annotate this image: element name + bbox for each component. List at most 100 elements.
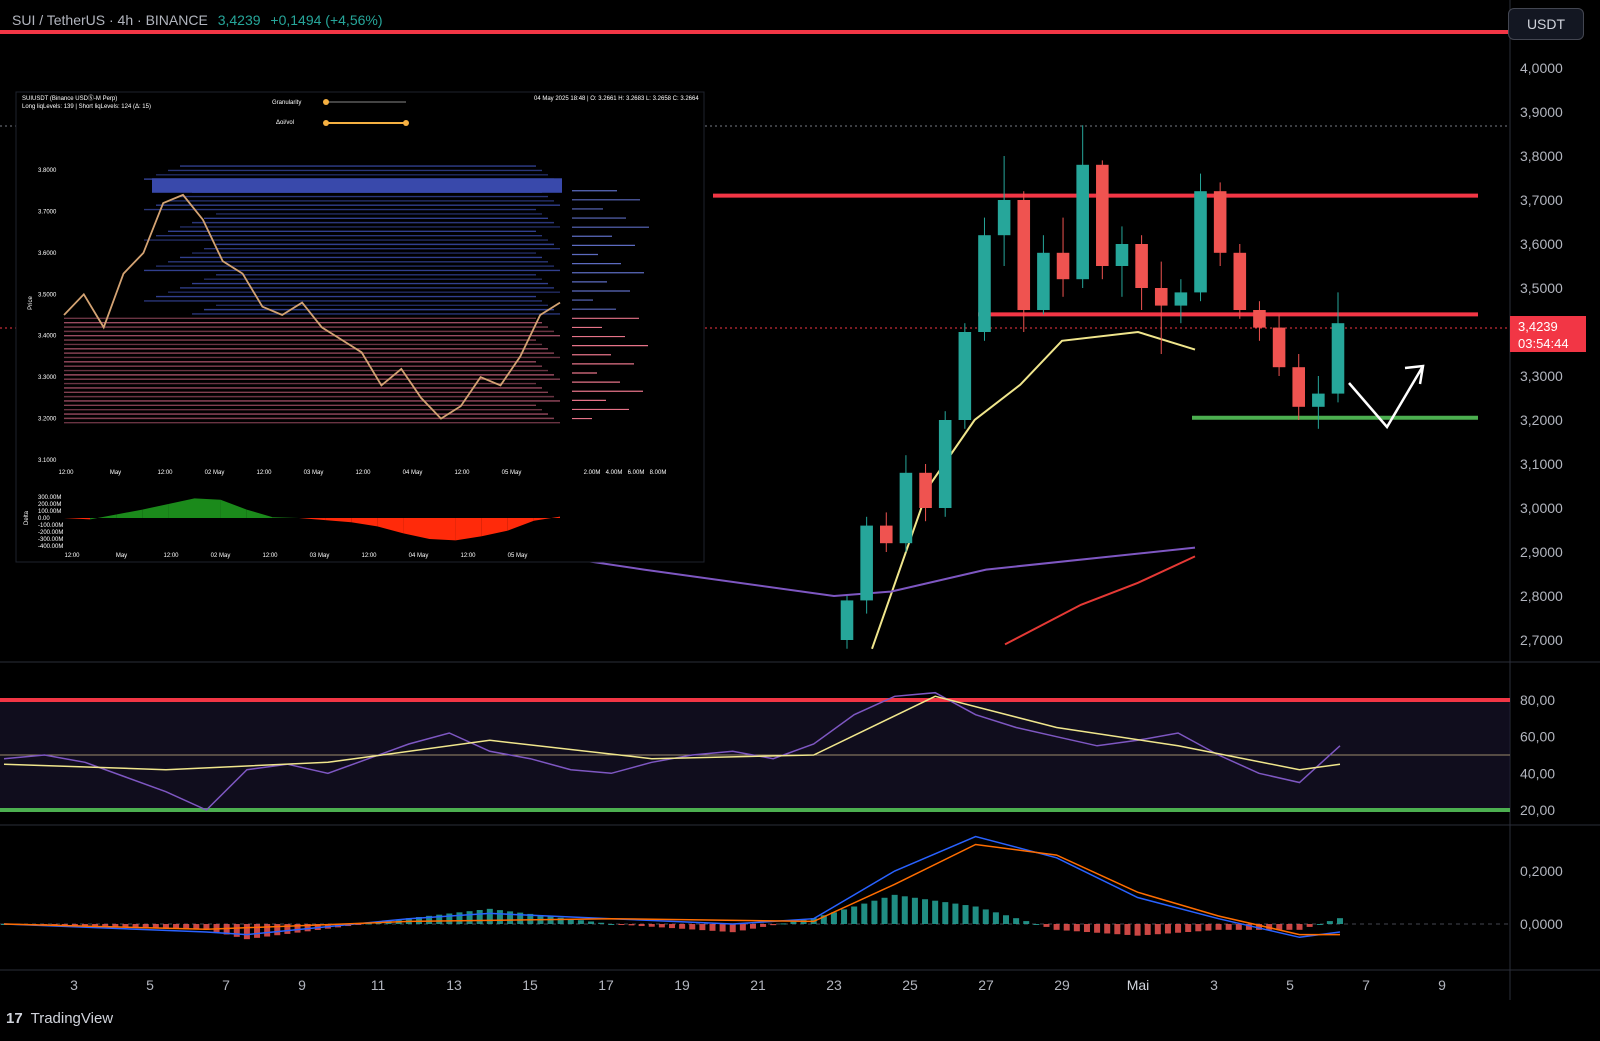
- tradingview-footer[interactable]: 17 TradingView: [6, 1010, 113, 1027]
- macd-histogram-bar: [790, 921, 797, 924]
- inset-volume-tick: 2.00M: [584, 470, 601, 476]
- candle-body: [1253, 310, 1266, 328]
- inset-time-tick: 12:00: [256, 470, 272, 476]
- inset-delta-time-tick: 12:00: [460, 553, 476, 559]
- macd-histogram-bar: [709, 924, 716, 931]
- inset-delta-time-tick: 12:00: [163, 553, 179, 559]
- candle-body: [899, 472, 913, 544]
- tradingview-logo-icon: 17: [6, 1010, 23, 1027]
- candle-body: [1213, 191, 1227, 253]
- macd-histogram-bar: [1326, 921, 1333, 924]
- inset-price-tick: 3.6000: [38, 251, 57, 257]
- macd-histogram-bar: [679, 924, 686, 929]
- macd-histogram-bar: [1225, 924, 1232, 930]
- macd-histogram-bar: [233, 924, 240, 937]
- inset-price-tick: 3.5000: [38, 292, 57, 298]
- macd-histogram-bar: [1195, 924, 1202, 932]
- macd-histogram-bar: [699, 924, 706, 931]
- time-tick-label: 23: [826, 977, 842, 993]
- inset-price-tick: 3.8000: [38, 168, 57, 174]
- inset-delta-tick: -100.00M: [38, 523, 63, 529]
- macd-histogram-bar: [1033, 924, 1040, 925]
- price-tick-label: 3,9000: [1520, 104, 1563, 120]
- granularity-slider-handle: [323, 99, 329, 105]
- inset-info-levels: Long liqLevels: 139 | Short liqLevels: 1…: [22, 104, 151, 110]
- macd-histogram-bar: [1104, 924, 1111, 934]
- macd-histogram-bar: [1296, 924, 1303, 930]
- inset-delta-axis-label: Delta: [24, 510, 30, 525]
- time-tick-label: 3: [1210, 977, 1218, 993]
- macd-histogram-bar: [760, 924, 767, 927]
- candle-body: [1292, 367, 1306, 407]
- macd-histogram-bar: [851, 906, 858, 924]
- doi-slider-handle: [323, 120, 329, 126]
- inset-time-tick: 12:00: [58, 470, 74, 476]
- macd-histogram-bar: [598, 922, 605, 924]
- macd-histogram-bar: [871, 900, 878, 924]
- inset-delta-time-tick: 02 May: [211, 553, 231, 559]
- time-tick-label: 3: [70, 977, 78, 993]
- time-tick-label: 7: [1362, 977, 1370, 993]
- candle-body: [978, 235, 991, 332]
- macd-histogram-bar: [466, 911, 473, 924]
- time-tick-label: 7: [222, 977, 230, 993]
- macd-histogram-bar: [1134, 924, 1141, 936]
- macd-histogram-bar: [243, 924, 250, 940]
- price-change: +0,1494 (+4,56%): [270, 12, 383, 28]
- chart-canvas[interactable]: 4,0000 3,9000 3,8000 3,7000 3,6000 3,5000 3,30…: [0, 0, 1600, 1036]
- inset-volume-tick: 4.00M: [606, 470, 623, 476]
- candle-body: [860, 525, 873, 601]
- price-tick-label: 3,0000: [1520, 500, 1563, 516]
- candle-body: [1194, 191, 1207, 293]
- macd-histogram-bar: [739, 924, 746, 931]
- macd-histogram-bar: [1073, 924, 1080, 932]
- time-tick-label: 21: [750, 977, 766, 993]
- time-tick-label: 5: [1286, 977, 1294, 993]
- symbol-header[interactable]: SUI / TetherUS · 4h · BINANCE 3,4239 +0,…: [12, 12, 383, 28]
- macd-histogram-bar: [1063, 924, 1070, 931]
- macd-histogram-bar: [658, 924, 665, 928]
- currency-button[interactable]: USDT: [1508, 8, 1584, 40]
- price-tick-label: 3,2000: [1520, 412, 1563, 428]
- inset-delta-tick: -200.00M: [38, 530, 63, 536]
- inset-delta-time-tick: 12:00: [361, 553, 377, 559]
- inset-price-tick: 3.4000: [38, 334, 57, 340]
- time-tick-label: 9: [298, 977, 306, 993]
- macd-histogram-bar: [932, 900, 939, 924]
- inset-delta-time-tick: 04 May: [409, 553, 429, 559]
- inset-delta-tick: 0.00: [38, 516, 50, 522]
- macd-histogram-bar: [496, 910, 503, 924]
- macd-histogram-bar: [254, 924, 261, 938]
- price-tick-label: 2,7000: [1520, 632, 1563, 648]
- price-tick-label: 3,5000: [1520, 280, 1563, 296]
- long-moving-average: [1004, 555, 1196, 646]
- candle-body: [1174, 292, 1188, 306]
- macd-histogram-bar: [922, 899, 929, 924]
- time-tick-label: 25: [902, 977, 918, 993]
- price-tick-label: 2,8000: [1520, 588, 1563, 604]
- candle-body: [997, 200, 1011, 236]
- candle-body: [1331, 323, 1345, 394]
- price-tick-label: 2,9000: [1520, 544, 1563, 560]
- inset-time-tick: May: [110, 470, 121, 476]
- macd-histogram-bar: [1083, 924, 1090, 933]
- macd-histogram-bar: [689, 924, 696, 930]
- price-tick-label: 3,8000: [1520, 148, 1563, 164]
- macd-histogram-bar: [729, 924, 736, 933]
- inset-time-tick: 04 May: [403, 470, 423, 476]
- candle-body: [1233, 252, 1247, 310]
- inset-time-tick: 12:00: [355, 470, 371, 476]
- macd-histogram-bar: [274, 924, 281, 936]
- macd-histogram-bar: [1205, 924, 1212, 931]
- macd-histogram-bar: [1013, 918, 1020, 924]
- inset-delta-tick: 200.00M: [38, 502, 61, 508]
- macd-histogram-bar: [1215, 924, 1222, 930]
- candle-body: [1017, 200, 1031, 310]
- time-tick-label: 17: [598, 977, 614, 993]
- macd-histogram-bar: [669, 924, 675, 929]
- macd-histogram-bar: [456, 912, 463, 924]
- macd-histogram-bar: [1164, 924, 1171, 934]
- macd-histogram-bar: [577, 920, 584, 924]
- inset-volume-tick: 8.00M: [650, 470, 667, 476]
- macd-tick-label: 0,0000: [1520, 916, 1563, 932]
